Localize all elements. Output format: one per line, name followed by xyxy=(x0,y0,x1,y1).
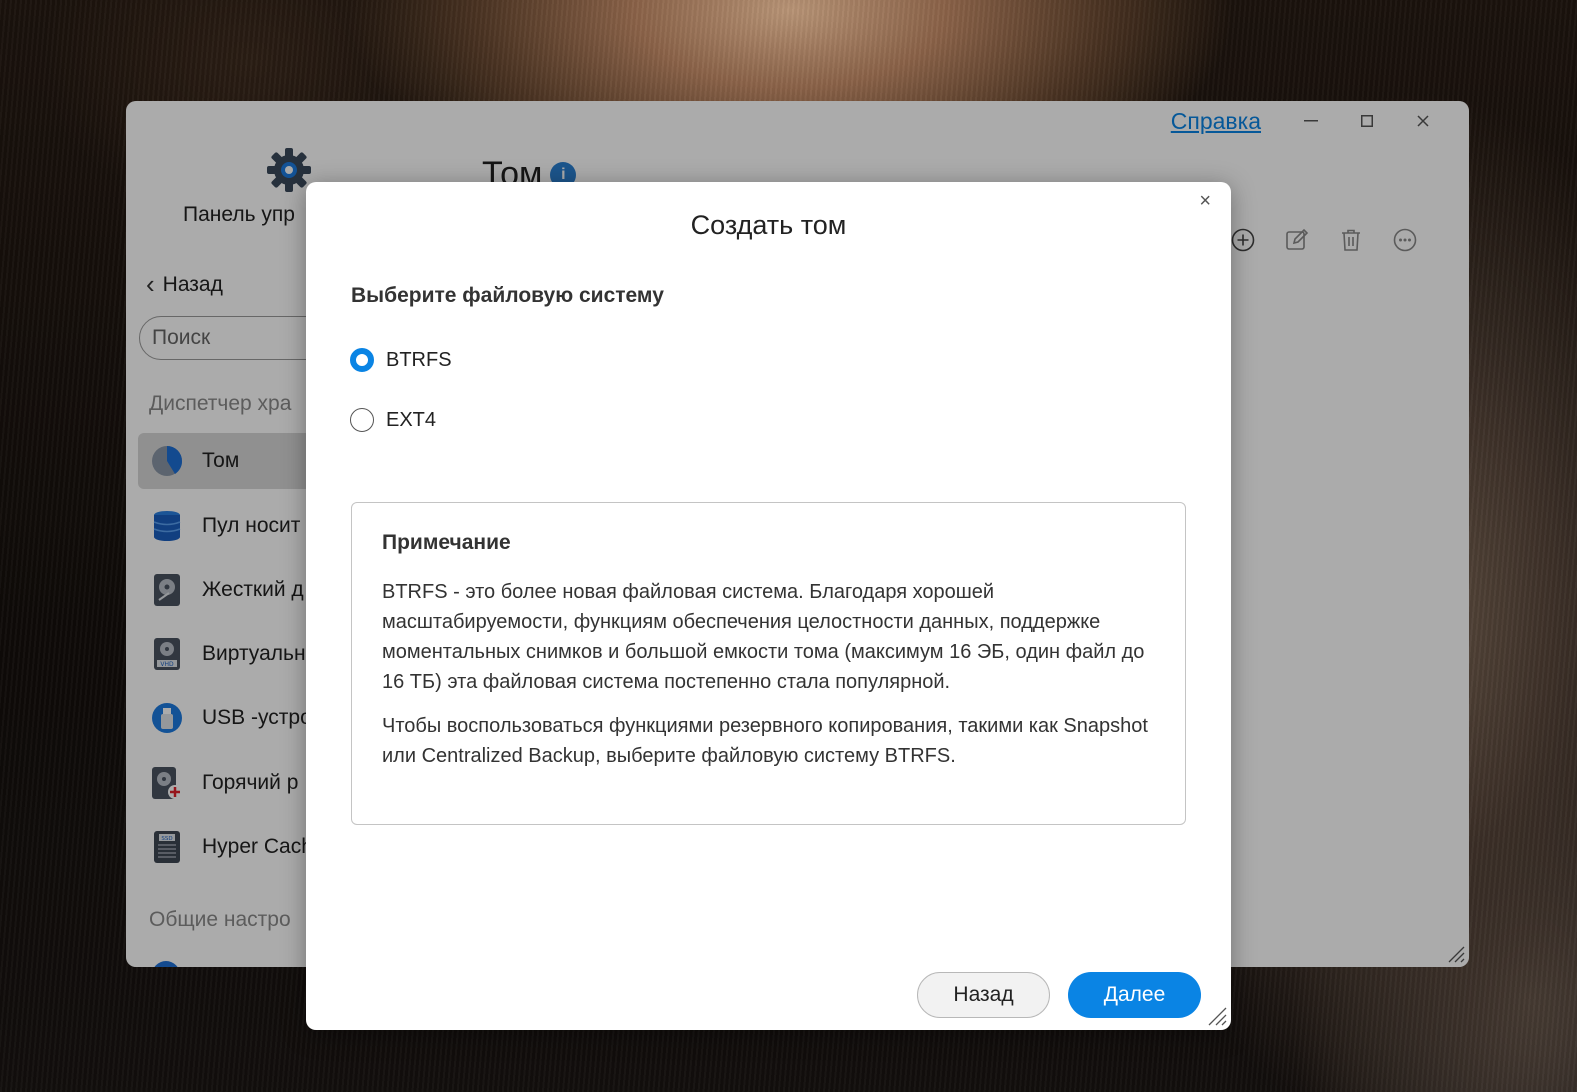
sidebar-item-label: Виртуальн xyxy=(202,642,306,665)
svg-text:VHD: VHD xyxy=(160,661,174,668)
sidebar-item-label: USB -устро xyxy=(202,706,312,729)
next-button[interactable]: Далее xyxy=(1068,972,1201,1018)
radio-ext4[interactable] xyxy=(350,408,374,432)
create-volume-dialog: × Создать том Выберите файловую систему … xyxy=(306,182,1231,1030)
note-paragraph-2: Чтобы воспользоваться функциями резервно… xyxy=(382,715,1148,767)
sidebar-item-label: Том xyxy=(202,449,240,472)
general-settings-icon xyxy=(152,961,180,967)
dialog-title: Создать том xyxy=(690,210,847,240)
minimize-icon[interactable] xyxy=(1283,107,1339,135)
dialog-resize-grip-icon[interactable] xyxy=(1205,1004,1227,1026)
sidebar-item-label: Горячий р xyxy=(202,771,299,794)
add-icon[interactable] xyxy=(1231,228,1255,252)
svg-text:SSD: SSD xyxy=(161,836,172,842)
gear-icon xyxy=(267,148,311,192)
radio-ext4-label[interactable]: EXT4 xyxy=(386,409,436,432)
resize-grip-icon[interactable] xyxy=(1445,943,1465,963)
sidebar-item-label: Hyper Cach xyxy=(202,835,313,858)
note-title: Примечание xyxy=(382,531,511,554)
storage-pool-icon xyxy=(150,509,184,543)
back-button[interactable]: Назад xyxy=(917,972,1050,1018)
trash-icon[interactable] xyxy=(1339,228,1363,252)
edit-icon[interactable] xyxy=(1285,228,1309,252)
note-paragraph-1: BTRFS - это более новая файловая система… xyxy=(382,581,1145,693)
radio-option-btrfs[interactable]: BTRFS xyxy=(350,348,452,372)
toolbar xyxy=(1231,228,1417,252)
usb-icon xyxy=(150,701,184,735)
sidebar-item-label: Пул носит xyxy=(202,514,301,537)
hot-spare-icon xyxy=(150,766,184,800)
back-nav[interactable]: ‹ Назад xyxy=(146,269,223,300)
filesystem-label: Выберите файловую систему xyxy=(351,284,664,307)
volume-pie-icon xyxy=(150,444,184,478)
radio-btrfs[interactable] xyxy=(350,348,374,372)
chevron-left-icon: ‹ xyxy=(146,269,155,299)
more-icon[interactable] xyxy=(1393,228,1417,252)
back-nav-label: Назад xyxy=(162,272,223,296)
close-icon[interactable] xyxy=(1395,107,1451,135)
help-link[interactable]: Справка xyxy=(1171,107,1261,135)
note-box: Примечание BTRFS - это более новая файло… xyxy=(351,502,1186,825)
maximize-icon[interactable] xyxy=(1339,107,1395,135)
ssd-cache-icon: SSD xyxy=(150,830,184,864)
app-title: Панель упр xyxy=(183,203,295,226)
radio-btrfs-label[interactable]: BTRFS xyxy=(386,349,452,372)
section-storage-manager: Диспетчер хра xyxy=(149,392,292,415)
radio-option-ext4[interactable]: EXT4 xyxy=(350,408,436,432)
vhd-disk-icon: VHD xyxy=(150,637,184,671)
section-general-settings: Общие настро xyxy=(149,908,291,931)
sidebar-item-label: Жесткий д xyxy=(202,578,304,601)
window-controls: Справка xyxy=(1171,107,1451,135)
hard-disk-icon xyxy=(150,573,184,607)
